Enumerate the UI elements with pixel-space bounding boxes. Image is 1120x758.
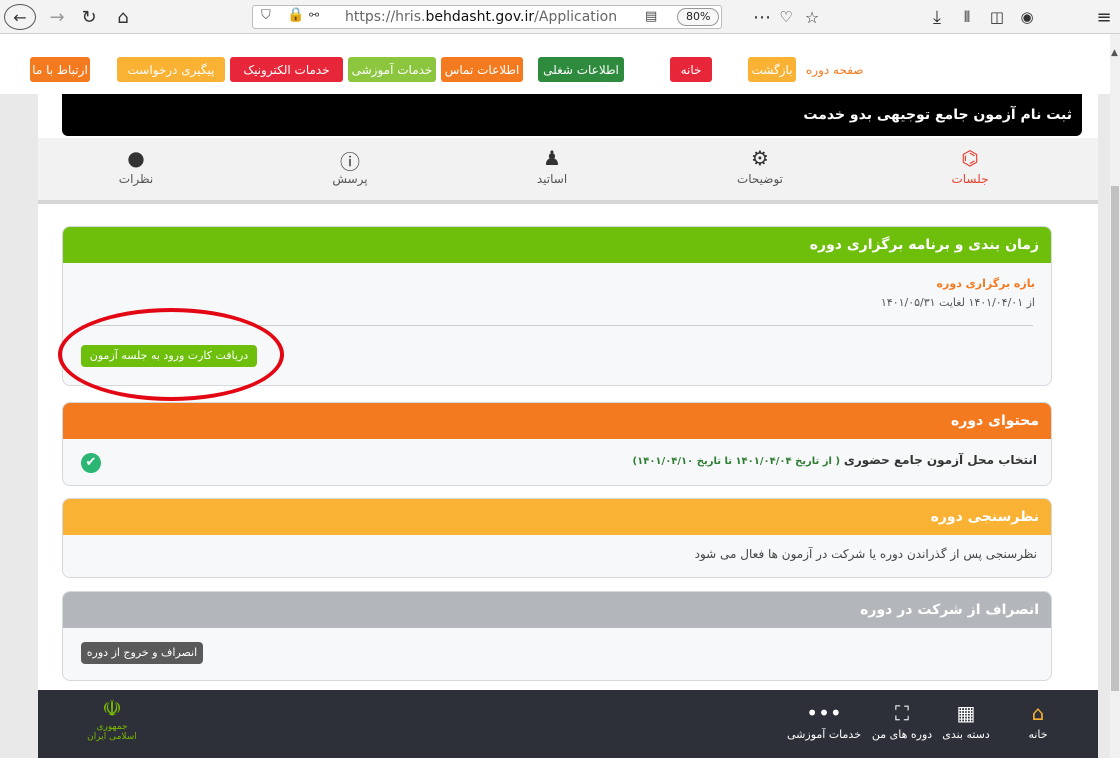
menu-icon[interactable]: ≡ <box>1092 4 1116 30</box>
bottom-training-services-label: خدمات آموزشی <box>787 728 861 741</box>
scroll-up-icon[interactable]: ▲ <box>1111 48 1118 58</box>
teachers-icon: ♟ <box>543 146 561 170</box>
site-navigation: ارتباط با ما پیگیری درخواست خدمات الکترو… <box>0 34 1110 94</box>
bottom-my-courses[interactable]: ⛶ دوره های من <box>862 698 942 741</box>
sidebar-icon[interactable]: ◫ <box>986 4 1008 30</box>
shield-icon: ⛉ <box>261 8 271 23</box>
withdraw-card: انصراف از شرکت در دوره انصراف و خروج از … <box>62 591 1052 681</box>
bottom-categories-label: دسته بندی <box>942 728 990 741</box>
completed-check-icon: ✔ <box>81 453 101 473</box>
pocket-icon[interactable]: ♡ <box>776 4 796 30</box>
bottom-training-services[interactable]: ••• خدمات آموزشی <box>784 698 864 741</box>
browser-back-button[interactable]: ← <box>4 4 36 30</box>
bottom-navigation: ☫ جمهوری اسلامی ایران ⌂ خانه ▦ دسته بندی… <box>38 690 1098 758</box>
job-info-button[interactable]: اطلاعات شغلی <box>538 57 624 82</box>
lock-icon: 🔒 <box>287 7 305 23</box>
tab-comments[interactable]: ● نظرات <box>96 146 176 186</box>
tab-teachers[interactable]: ♟ اساتید <box>512 146 592 186</box>
training-services-button[interactable]: خدمات آموزشی <box>348 57 436 82</box>
survey-card: نظرسنجی دوره نظرسنجی پس از گذراندن دوره … <box>62 498 1052 578</box>
course-tabs: ⌬ جلسات ⚙ توضیحات ♟ اساتید ⓘ پرسش ● نظرا… <box>38 138 1098 204</box>
content-item[interactable]: انتخاب محل آزمون جامع حضوری ( از تاریخ ۱… <box>63 439 1051 467</box>
home-icon: ⌂ <box>1031 701 1045 725</box>
browser-toolbar: ← → ↻ ⌂ ⛉ 🔒 ⚯ https://hris.behdasht.gov.… <box>0 0 1120 34</box>
reader-view-icon[interactable]: ▤ <box>645 9 657 24</box>
bottom-my-courses-label: دوره های من <box>871 728 933 741</box>
home-nav-button[interactable]: خانه <box>670 57 712 82</box>
page-title: ثبت نام آزمون جامع توجیهی بدو خدمت <box>62 94 1082 136</box>
withdraw-button[interactable]: انصراف و خروج از دوره <box>81 642 203 664</box>
withdraw-heading: انصراف از شرکت در دوره <box>63 592 1051 628</box>
tab-teachers-label: اساتید <box>536 172 568 186</box>
more-dots-icon: ••• <box>806 701 842 725</box>
course-content-card: محتوای دوره انتخاب محل آزمون جامع حضوری … <box>62 402 1052 486</box>
bottom-home[interactable]: ⌂ خانه <box>998 698 1078 741</box>
emblem-icon: ☫ <box>102 697 122 722</box>
tab-sessions[interactable]: ⌬ جلسات <box>930 146 1010 186</box>
tab-comments-label: نظرات <box>118 172 154 186</box>
tab-description[interactable]: ⚙ توضیحات <box>720 146 800 186</box>
reload-icon[interactable]: ↻ <box>76 4 102 30</box>
tab-questions[interactable]: ⓘ پرسش <box>310 146 390 186</box>
zoom-level[interactable]: 80% <box>677 8 720 26</box>
contact-us-button[interactable]: ارتباط با ما <box>30 57 90 82</box>
sessions-icon: ⌬ <box>961 146 979 170</box>
more-actions-icon[interactable]: ⋯ <box>752 4 772 30</box>
survey-heading: نظرسنجی دوره <box>63 499 1051 535</box>
electronic-services-button[interactable]: خدمات الکترونیک <box>230 57 343 82</box>
period-value: از ۱۴۰۱/۰۴/۰۱ لغایت ۱۴۰۱/۰۵/۳۱ <box>880 296 1035 309</box>
tab-questions-label: پرسش <box>332 172 368 186</box>
description-icon: ⚙ <box>751 146 769 170</box>
iran-emblem-logo: ☫ جمهوری اسلامی ایران <box>82 698 142 750</box>
content-item-dates: ( از تاریخ ۱۴۰۱/۰۴/۰۴ تا تاریخ ۱۴۰۱/۰۴/۱… <box>632 456 841 467</box>
download-icon[interactable]: ⤓ <box>926 4 948 30</box>
course-page-label: صفحه دوره <box>806 62 864 77</box>
request-tracking-button[interactable]: پیگیری درخواست <box>117 57 225 82</box>
my-courses-icon: ⛶ <box>895 701 909 725</box>
url-bar[interactable]: ⛉ 🔒 ⚯ https://hris.behdasht.gov.ir/Appli… <box>252 5 722 29</box>
contact-info-button[interactable]: اطلاعات تماس <box>441 57 523 82</box>
account-icon[interactable]: ◉ <box>1016 4 1038 30</box>
period-label: بازه برگزاری دوره <box>936 277 1035 290</box>
survey-text: نظرسنجی پس از گذراندن دوره یا شرکت در آز… <box>694 547 1037 561</box>
emblem-text: جمهوری اسلامی ایران <box>87 722 137 742</box>
course-content-heading: محتوای دوره <box>63 403 1051 439</box>
comments-icon: ● <box>127 146 145 170</box>
browser-forward-button[interactable]: → <box>44 4 70 30</box>
scrollbar-thumb[interactable] <box>1111 186 1119 691</box>
bottom-home-label: خانه <box>1028 728 1048 741</box>
permissions-icon: ⚯ <box>309 8 320 22</box>
home-icon[interactable]: ⌂ <box>110 4 136 30</box>
url-text: https://hris.behdasht.gov.ir/Application <box>345 9 618 25</box>
library-icon[interactable]: ⫴ <box>956 4 978 30</box>
tab-description-label: توضیحات <box>736 172 784 186</box>
schedule-heading: زمان بندی و برنامه برگزاری دوره <box>63 227 1051 263</box>
back-button[interactable]: بازگشت <box>748 57 796 82</box>
content-item-title: انتخاب محل آزمون جامع حضوری <box>843 453 1037 467</box>
tab-sessions-label: جلسات <box>951 172 989 186</box>
bookmark-star-icon[interactable]: ☆ <box>802 4 822 30</box>
question-icon: ⓘ <box>340 150 360 174</box>
highlight-circle <box>58 308 284 401</box>
